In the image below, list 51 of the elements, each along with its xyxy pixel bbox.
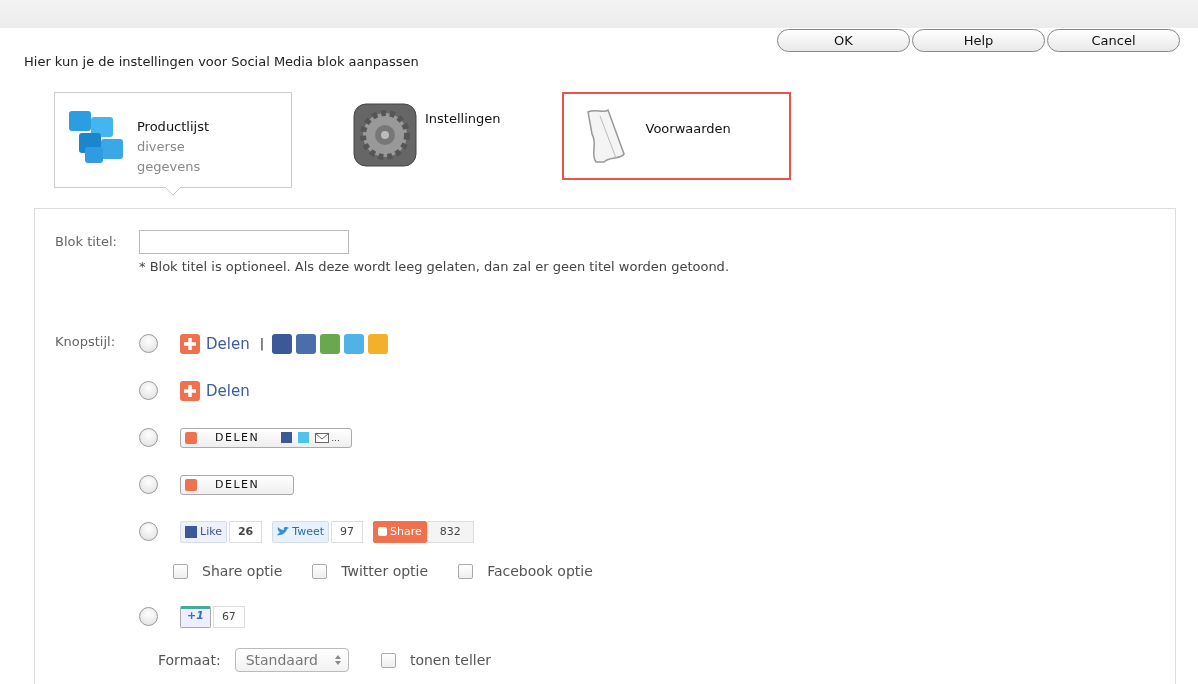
social-icon[interactable] [320,333,341,354]
like-count: 26 [228,520,263,543]
radio-button[interactable] [139,334,158,353]
tweet-count: 97 [331,520,363,543]
checkbox[interactable] [312,563,328,579]
radio-button[interactable] [139,522,158,541]
updown-arrows-icon [333,654,342,666]
social-icon [298,432,310,443]
tab-subtitle: diverse gegevens [137,138,202,176]
settings-tab[interactable]: Voorwaarden [561,92,791,180]
checkbox-label: Facebook optie [487,563,593,579]
dialog-description: Hier kun je de instellingen voor Social Media blok aanpassen [24,54,419,69]
bird-icon [277,526,290,537]
checkbox[interactable] [173,563,188,579]
radio-button[interactable] [139,428,158,447]
format-select[interactable]: Standaard [234,648,349,672]
field-label: Blok titel: [55,233,118,251]
gear-icon [353,103,417,167]
tab-title: Instellingen [425,110,501,128]
share-count: 832 [426,520,474,543]
checkbox[interactable] [380,652,396,668]
checkbox-label: Twitter optie [341,563,429,579]
envelope-icon [315,432,330,443]
radio-button[interactable] [139,381,158,400]
social-icon [281,432,293,443]
hint-text: * Blok titel is optioneel. Als deze wordt leeg gelaten, dan zal er geen titel worden getoond. [139,259,730,274]
dialog-button[interactable]: Cancel [1047,29,1180,52]
plus-one-count: 67 [212,605,245,628]
plus-one-button[interactable]: +1 [180,605,211,628]
like-button[interactable]: Like [180,520,227,543]
share-button[interactable]: DELEN [180,474,294,495]
input-field[interactable] [139,230,349,254]
social-icon[interactable] [272,333,293,354]
tab-title: Voorwaarden [645,120,731,138]
dialog-button[interactable]: OK [777,29,910,52]
checkbox-label: Share optie [202,563,283,579]
social-icon[interactable] [296,333,317,354]
radio-button[interactable] [139,607,158,626]
share-link[interactable]: Delen [206,334,250,353]
tab-title: Productlijst [137,118,210,136]
share-link[interactable]: Delen [206,381,250,400]
radio-button[interactable] [139,475,158,494]
share-button[interactable]: DELEN ... [180,427,352,448]
checkbox[interactable] [458,563,474,579]
field-label: Knopstijl: [55,333,117,351]
separator: | [259,336,265,351]
tweet-button[interactable]: Tweet [272,520,329,543]
tab-pointer [165,187,181,196]
dialog-button[interactable]: Help [912,29,1045,52]
field-label: Formaat: [158,652,221,668]
checkbox-label: tonen teller [409,652,492,668]
